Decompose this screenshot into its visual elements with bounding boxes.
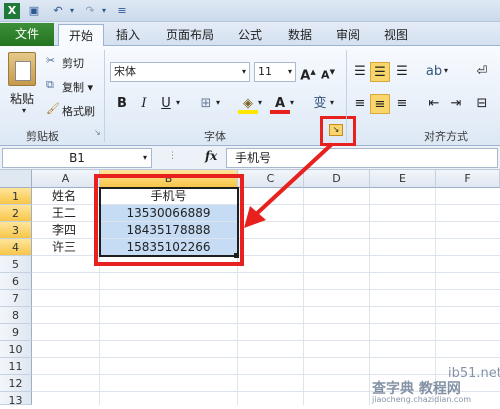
clipboard-group-label: 剪贴板	[26, 130, 59, 143]
cut-icon[interactable]: ✂	[46, 54, 55, 67]
font-size-box[interactable]: 11 ▾	[254, 62, 296, 82]
row-header[interactable]: 10	[0, 341, 32, 358]
row-header[interactable]: 7	[0, 290, 32, 307]
orientation-dropdown-icon[interactable]: ▾	[444, 66, 448, 75]
increase-indent-icon[interactable]: ⇥	[446, 94, 466, 114]
tab-home[interactable]: 开始	[58, 24, 104, 47]
orientation-icon[interactable]: ab	[424, 62, 444, 82]
name-box-dropdown-icon[interactable]: ▾	[143, 149, 147, 167]
align-center-icon[interactable]: ≡	[370, 94, 390, 114]
cut-button[interactable]: 剪切	[62, 55, 84, 71]
font-name-dropdown-icon[interactable]: ▾	[242, 63, 246, 81]
row-header[interactable]: 2	[0, 205, 32, 222]
copy-button[interactable]: 复制 ▾	[62, 79, 93, 95]
tab-insert[interactable]: 插入	[110, 24, 146, 46]
phonetic-icon[interactable]: 变	[310, 94, 330, 114]
decrease-indent-icon[interactable]: ⇤	[424, 94, 444, 114]
row-header[interactable]: 12	[0, 375, 32, 392]
decrease-font-icon[interactable]: A▼	[318, 62, 338, 82]
undo-dropdown-icon[interactable]: ▾	[64, 3, 80, 19]
insert-function-icon[interactable]: fx	[205, 149, 217, 163]
underline-dropdown-icon[interactable]: ▾	[176, 98, 180, 107]
data-range-highlight	[94, 174, 244, 266]
redo-dropdown-icon[interactable]: ▾	[96, 3, 112, 19]
paste-icon[interactable]	[8, 52, 36, 86]
alignment-group-label: 对齐方式	[424, 130, 468, 143]
border-icon[interactable]: ⊞	[196, 94, 216, 114]
align-middle-icon[interactable]: ☰	[370, 62, 390, 82]
row-header[interactable]: 1	[0, 188, 32, 205]
border-dropdown-icon[interactable]: ▾	[216, 98, 220, 107]
row-header[interactable]: 5	[0, 256, 32, 273]
clipboard-launcher-icon[interactable]: ↘	[94, 128, 101, 137]
tab-formulas[interactable]: 公式	[232, 24, 268, 46]
font-size-value: 11	[258, 65, 272, 78]
red-arrow-icon	[244, 142, 334, 228]
group-divider	[346, 50, 347, 142]
fill-color-icon[interactable]: ◈	[238, 94, 258, 114]
cell-a3[interactable]: 李四	[32, 222, 100, 239]
cell-a4[interactable]: 许三	[32, 239, 100, 256]
paste-dropdown-icon[interactable]: ▾	[22, 106, 26, 115]
increase-font-icon[interactable]: A▲	[298, 62, 318, 83]
worksheet-grid[interactable]: A B C D E F 1 2 3 4 5 6 7 8 9 10 11 12 1…	[0, 142, 500, 407]
cell-a2[interactable]: 王二	[32, 205, 100, 222]
excel-icon[interactable]: X	[4, 3, 20, 19]
row-header[interactable]: 13	[0, 392, 32, 407]
tab-page-layout[interactable]: 页面布局	[160, 24, 220, 46]
font-name-box[interactable]: 宋体 ▾	[110, 62, 250, 82]
font-dialog-launcher-icon[interactable]: ↘	[329, 124, 343, 136]
quick-access-toolbar: X ▣ ↶ ▾ ↷ ▾ ≡	[0, 0, 500, 22]
name-box[interactable]: B1 ▾	[2, 148, 152, 168]
cell-a1[interactable]: 姓名	[32, 188, 100, 205]
font-group-label: 字体	[204, 130, 226, 143]
tab-data[interactable]: 数据	[282, 24, 318, 46]
font-color-icon[interactable]: A	[270, 94, 290, 114]
name-box-value: B1	[69, 151, 85, 165]
row-header[interactable]: 11	[0, 358, 32, 375]
format-painter-button[interactable]: 格式刷	[62, 103, 95, 119]
align-right-icon[interactable]: ≡	[392, 94, 412, 114]
format-painter-icon[interactable]: 🖌	[46, 102, 60, 115]
align-left-icon[interactable]: ≡	[350, 94, 370, 114]
merge-center-icon[interactable]: ⊟	[472, 94, 492, 114]
row-header[interactable]: 9	[0, 324, 32, 341]
row-header[interactable]: 8	[0, 307, 32, 324]
column-header-a[interactable]: A	[32, 170, 100, 188]
ribbon-tabs: 文件 开始 插入 页面布局 公式 数据 审阅 视图	[0, 22, 500, 47]
grid-line	[435, 188, 436, 405]
row-header[interactable]: 3	[0, 222, 32, 239]
wrap-text-icon[interactable]: ⏎	[472, 62, 492, 82]
select-all-corner[interactable]	[0, 170, 32, 188]
customize-icon[interactable]: ≡	[114, 3, 130, 19]
align-top-icon[interactable]: ☰	[350, 62, 370, 82]
font-size-dropdown-icon[interactable]: ▾	[288, 63, 292, 81]
column-header-f[interactable]: F	[436, 170, 500, 188]
column-header-e[interactable]: E	[370, 170, 436, 188]
bold-button[interactable]: B	[112, 94, 132, 114]
formula-bar-grip-icon[interactable]: ⋮	[168, 151, 177, 161]
tab-view[interactable]: 视图	[378, 24, 414, 46]
underline-button[interactable]: U	[156, 94, 176, 114]
save-icon[interactable]: ▣	[26, 3, 42, 19]
grid-line	[369, 188, 370, 405]
font-color-dropdown-icon[interactable]: ▾	[290, 98, 294, 107]
group-divider	[104, 50, 105, 142]
align-bottom-icon[interactable]: ☰	[392, 62, 412, 82]
phonetic-dropdown-icon[interactable]: ▾	[330, 98, 334, 107]
row-header[interactable]: 4	[0, 239, 32, 256]
font-name-value: 宋体	[114, 65, 136, 78]
row-header[interactable]: 6	[0, 273, 32, 290]
tab-review[interactable]: 审阅	[330, 24, 366, 46]
paste-button[interactable]: 粘贴	[10, 90, 34, 107]
copy-icon[interactable]: ⧉	[46, 78, 54, 92]
fill-color-dropdown-icon[interactable]: ▾	[258, 98, 262, 107]
tab-file[interactable]: 文件	[0, 23, 54, 46]
italic-button[interactable]: I	[134, 94, 154, 114]
ribbon-home: 粘贴 ▾ ✂ 剪切 ⧉ 复制 ▾ 🖌 格式刷 剪贴板 ↘ 宋体 ▾ 11 ▾ A…	[0, 46, 500, 146]
watermark-url: jiaocheng.chazidian.com	[372, 395, 472, 404]
